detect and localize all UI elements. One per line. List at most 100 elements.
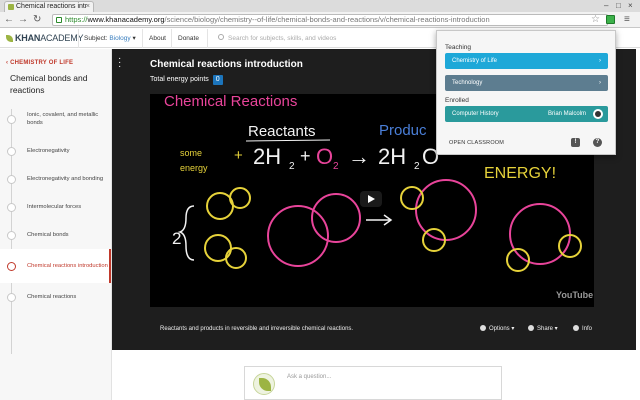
sidebar-item[interactable]: Ionic, covalent, and metallic bonds — [0, 101, 111, 137]
youtube-logo[interactable]: YouTube — [556, 290, 593, 300]
khan-favicon-icon — [8, 4, 14, 10]
sidebar-item-label: Chemical bonds — [27, 232, 69, 238]
options-button[interactable]: Options ▾ — [480, 325, 514, 333]
subject-dropdown[interactable]: Subject: Biology ▾ — [84, 34, 136, 43]
gear-icon — [480, 325, 486, 331]
sidebar-item-active[interactable]: Chemical reactions introduction — [0, 249, 111, 283]
board-energy-big: ENERGY! — [484, 165, 556, 182]
chevron-right-icon: › — [599, 80, 601, 86]
sidebar-list: Ionic, covalent, and metallic bonds Elec… — [0, 101, 111, 311]
chevron-down-icon: ▾ — [132, 35, 136, 42]
teacher-avatar — [593, 109, 603, 119]
breadcrumb[interactable]: ‹ CHEMISTRY OF LIFE — [6, 59, 73, 67]
forward-icon[interactable]: → — [18, 14, 28, 26]
brace-drawing — [177, 205, 195, 261]
info-button[interactable]: Info — [573, 325, 592, 333]
board-heading: Chemical Reactions — [164, 94, 297, 110]
browser-tab[interactable]: Chemical reactions intr × — [4, 1, 94, 12]
underline — [245, 139, 331, 142]
sidebar-item[interactable]: Electronegativity — [0, 137, 111, 165]
energy-points-badge: 0 — [212, 75, 223, 85]
classroom-popup: Teaching Chemistry of Life › Technology … — [436, 30, 616, 155]
about-link[interactable]: About — [149, 34, 166, 43]
video-description: Reactants and products in reversible and… — [160, 326, 354, 332]
share-label: Share — [537, 326, 554, 332]
board-reactants: Reactants — [248, 123, 316, 140]
board-oxygen: O — [316, 144, 333, 169]
board-arrow: → — [348, 144, 370, 169]
subject-value: Biology — [109, 35, 131, 42]
options-label: Options — [489, 326, 510, 332]
sidebar-item-label: Chemical reactions — [27, 294, 77, 300]
energy-points: Total energy points 0 — [150, 75, 223, 85]
sidebar-item-label: Intermolecular forces — [27, 204, 82, 210]
progress-dot-icon — [7, 231, 16, 240]
board-plus: + — [300, 146, 311, 166]
divider — [171, 29, 172, 48]
info-label: Info — [582, 326, 593, 332]
more-vertical-icon[interactable]: · · · — [118, 54, 121, 72]
feedback-icon[interactable]: ! — [571, 138, 580, 147]
search-placeholder: Search for subjects, skills, and videos — [228, 35, 337, 42]
logo-light: ACADEMY — [40, 33, 84, 43]
divider — [142, 29, 143, 48]
extension-icon[interactable] — [606, 15, 615, 24]
tab-close-icon[interactable]: × — [86, 2, 90, 12]
board-h2-sub: 2 — [289, 161, 295, 172]
energy-label: Total energy points — [150, 76, 209, 83]
sidebar-item[interactable]: Chemical bonds — [0, 221, 111, 249]
minimize-icon[interactable]: – — [604, 1, 608, 11]
board-h2o-sub: 2 — [414, 161, 420, 172]
search-input[interactable]: Search for subjects, skills, and videos — [218, 34, 336, 43]
open-classroom-link[interactable]: OPEN CLASSROOM — [449, 139, 504, 147]
search-icon — [218, 34, 224, 40]
url-input[interactable]: https://www.khanacademy.org/science/biol… — [52, 14, 608, 26]
khan-academy-logo[interactable]: KHANACADEMY — [6, 32, 84, 44]
help-icon[interactable]: ? — [593, 138, 602, 147]
logo-bold: KHAN — [15, 33, 41, 43]
question-box: Ask a question... — [244, 366, 502, 400]
close-window-icon[interactable]: × — [628, 1, 633, 11]
info-icon — [573, 325, 579, 331]
share-icon — [528, 325, 534, 331]
board-plus: + — [234, 147, 243, 164]
class-name: Computer History — [452, 111, 499, 117]
progress-dot-icon — [7, 147, 16, 156]
play-button[interactable] — [360, 191, 382, 207]
maximize-icon[interactable]: □ — [616, 1, 621, 11]
class-card-technology[interactable]: Technology › — [445, 75, 608, 91]
board-some: some — [180, 148, 202, 158]
sidebar-item-label: Ionic, covalent, and metallic bonds — [27, 112, 99, 126]
url-scheme: https:// — [65, 15, 88, 24]
teacher-name: Brian Malcolm — [547, 111, 586, 117]
teaching-heading: Teaching — [445, 44, 472, 51]
progress-dot-icon — [7, 293, 16, 302]
share-button[interactable]: Share ▾ — [528, 325, 558, 333]
chevron-right-icon: › — [599, 58, 601, 64]
tab-title: Chemical reactions intr — [16, 3, 88, 10]
sidebar-item[interactable]: Intermolecular forces — [0, 193, 111, 221]
enrolled-heading: Enrolled — [445, 97, 469, 104]
sidebar-item[interactable]: Chemical reactions — [0, 283, 111, 311]
browser-toolbar: ← → ↻ https://www.khanacademy.org/scienc… — [0, 12, 640, 28]
back-icon[interactable]: ← — [4, 14, 14, 26]
class-card-chemistry[interactable]: Chemistry of Life › — [445, 53, 608, 69]
reaction-arrow — [366, 214, 393, 226]
progress-dot-icon — [7, 203, 16, 212]
browser-menu-icon[interactable]: ≡ — [624, 14, 630, 26]
breadcrumb-label: CHEMISTRY OF LIFE — [10, 60, 74, 66]
question-input[interactable]: Ask a question... — [287, 373, 497, 395]
sidebar-title: Chemical bonds and reactions — [10, 73, 88, 95]
board-o2-sub: 2 — [333, 161, 339, 172]
sidebar-item-label: Electronegativity and bonding — [27, 176, 104, 182]
water-molecules — [415, 179, 571, 265]
bookmark-star-icon[interactable]: ☆ — [591, 14, 600, 26]
class-name: Technology — [452, 80, 483, 86]
sidebar-item[interactable]: Electronegativity and bonding — [0, 165, 111, 193]
board-h2o: 2H — [378, 144, 406, 169]
donate-link[interactable]: Donate — [178, 34, 199, 43]
class-card-computer-history[interactable]: Computer History Brian Malcolm — [445, 106, 608, 122]
progress-dot-icon — [7, 175, 16, 184]
reload-icon[interactable]: ↻ — [33, 14, 41, 26]
oxygen-molecule — [267, 193, 361, 267]
